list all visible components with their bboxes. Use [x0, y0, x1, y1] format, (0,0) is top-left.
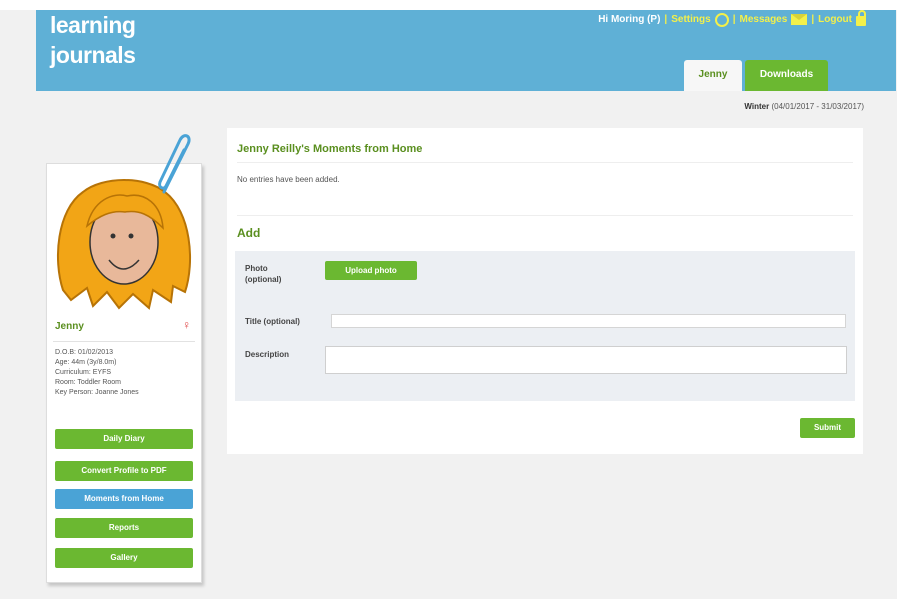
- nav-separator: |: [811, 13, 815, 25]
- top-strip: [0, 0, 897, 10]
- term-dates: (04/01/2017 - 31/03/2017): [771, 102, 864, 111]
- paperclip-icon: [158, 134, 191, 194]
- logout-link[interactable]: Logout: [818, 14, 852, 25]
- term-range: Winter (04/01/2017 - 31/03/2017): [744, 102, 864, 111]
- reports-button[interactable]: Reports: [55, 518, 193, 538]
- gallery-button[interactable]: Gallery: [55, 548, 193, 568]
- add-heading: Add: [237, 226, 261, 240]
- padlock-icon[interactable]: [856, 10, 866, 26]
- photo-label-line-1: Photo: [245, 264, 268, 273]
- messages-envelope-icon[interactable]: [791, 13, 808, 25]
- tab-jenny[interactable]: Jenny: [684, 60, 742, 91]
- logo-line-1: learning: [50, 12, 136, 38]
- empty-entries-message: No entries have been added.: [237, 175, 340, 184]
- description-textarea[interactable]: [325, 346, 847, 374]
- title-divider: [237, 162, 853, 163]
- submit-button[interactable]: Submit: [800, 418, 855, 438]
- top-nav: Hi Moring (P) | Settings | Messages | Lo…: [598, 10, 866, 27]
- profile-info: D.O.B: 01/02/2013 Age: 44m (3y/8.0m) Cur…: [55, 348, 139, 398]
- title-input[interactable]: [331, 314, 846, 328]
- convert-profile-pdf-button[interactable]: Convert Profile to PDF: [55, 461, 193, 481]
- profile-card: Jenny ♀ D.O.B: 01/02/2013 Age: 44m (3y/8…: [46, 163, 202, 583]
- upload-photo-button[interactable]: Upload photo: [325, 261, 417, 280]
- add-entry-form: Photo (optional) Upload photo Title (opt…: [235, 251, 855, 401]
- daily-diary-button[interactable]: Daily Diary: [55, 429, 193, 449]
- nav-separator: |: [732, 13, 736, 25]
- settings-icon[interactable]: [714, 13, 729, 27]
- user-greeting: Hi Moring (P): [598, 13, 661, 25]
- term-label: Winter: [744, 102, 770, 111]
- settings-link[interactable]: Settings: [671, 14, 710, 25]
- description-label: Description: [245, 350, 290, 359]
- main-panel: Jenny Reilly's Moments from Home No entr…: [227, 128, 863, 454]
- logo[interactable]: learning journals: [50, 10, 136, 70]
- female-symbol-icon: ♀: [182, 318, 191, 332]
- logo-line-2: journals: [50, 42, 136, 68]
- profile-divider: [53, 341, 195, 342]
- page-title: Jenny Reilly's Moments from Home: [237, 143, 423, 155]
- profile-room: Room: Toddler Room: [55, 379, 122, 386]
- tab-downloads[interactable]: Downloads: [745, 60, 828, 91]
- photo-label: Photo (optional): [245, 263, 281, 285]
- profile-dob: D.O.B: 01/02/2013: [55, 349, 113, 356]
- moments-from-home-button[interactable]: Moments from Home: [55, 489, 193, 509]
- photo-label-line-2: (optional): [245, 275, 282, 284]
- profile-age: Age: 44m (3y/8.0m): [55, 359, 117, 366]
- profile-key-person: Key Person: Joanne Jones: [55, 389, 139, 396]
- section-divider: [237, 215, 853, 216]
- profile-curriculum: Curriculum: EYFS: [55, 369, 112, 376]
- messages-link[interactable]: Messages: [740, 14, 788, 25]
- title-label: Title (optional): [245, 317, 300, 326]
- profile-name: Jenny: [55, 321, 84, 332]
- nav-separator: |: [664, 13, 668, 25]
